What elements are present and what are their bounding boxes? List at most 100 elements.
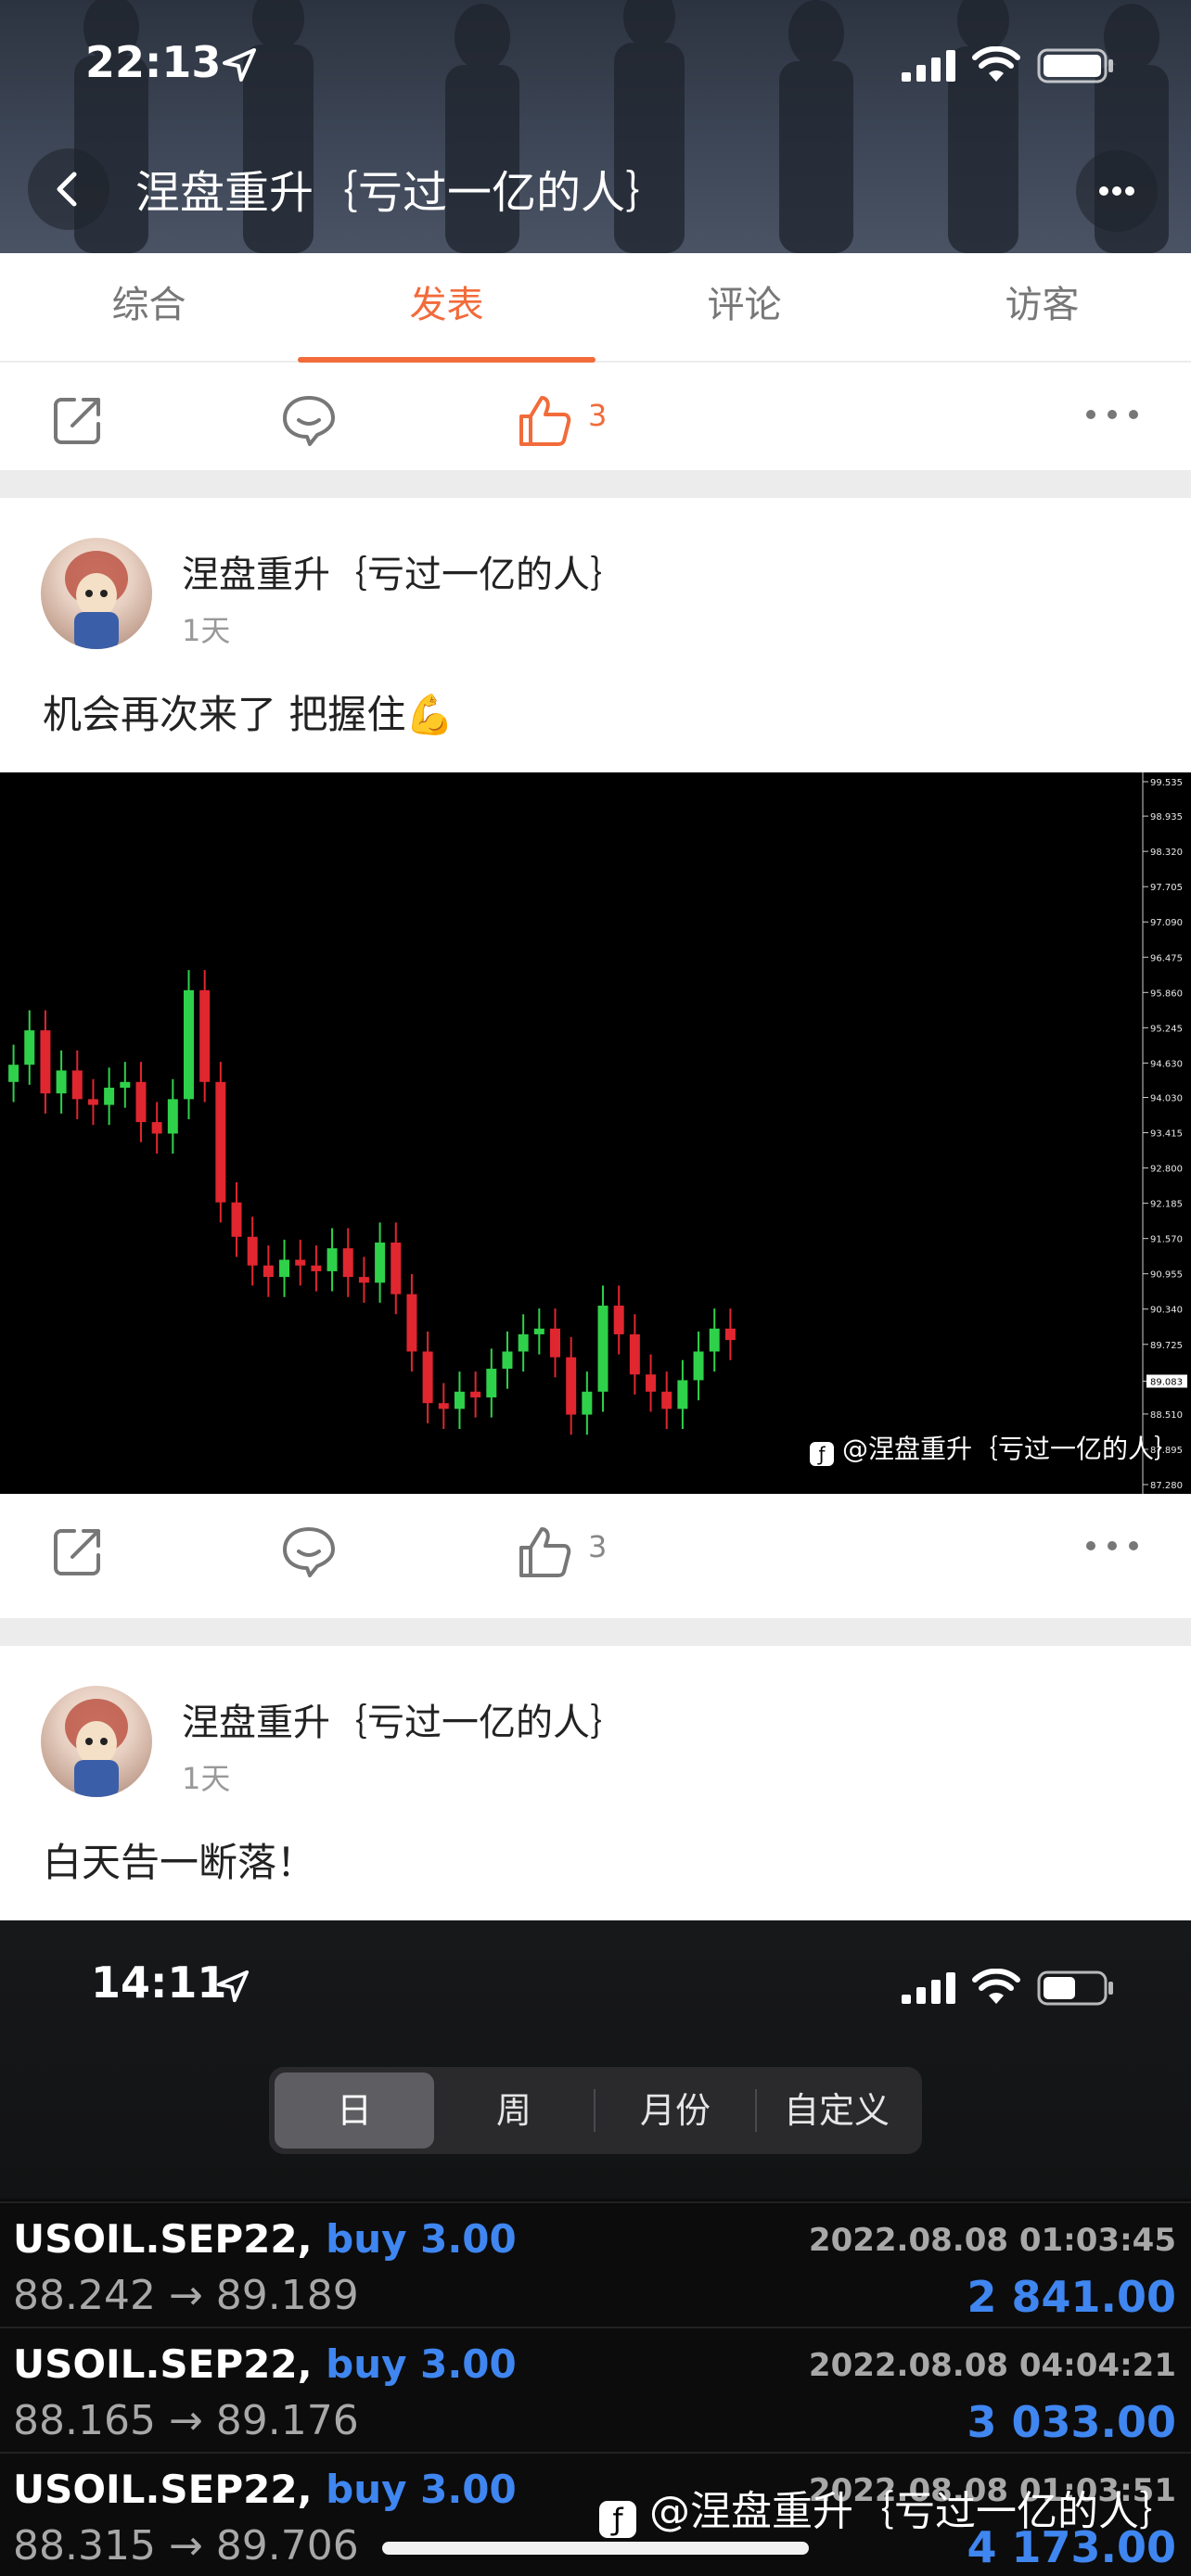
comment-icon[interactable] — [280, 392, 338, 448]
battery-icon — [1037, 48, 1113, 83]
segment-month[interactable]: 月份 — [596, 2072, 755, 2149]
home-indicator — [382, 2542, 809, 2555]
trade-row[interactable]: USOIL.SEP22, buy 3.00 2022.08.08 04:04:2… — [0, 2327, 1191, 2451]
cellular-signal-icon — [902, 1972, 955, 2004]
segment-day[interactable]: 日 — [275, 2072, 434, 2149]
price-tick-label: 98.935 — [1150, 812, 1183, 823]
price-tick-label: 92.185 — [1150, 1200, 1183, 1210]
candle-body — [438, 1403, 449, 1409]
location-arrow-icon — [216, 1970, 250, 2003]
candle-body — [87, 1099, 98, 1105]
candle-body — [550, 1328, 560, 1358]
trade-prices: 88.165 → 89.176 — [13, 2397, 359, 2444]
trade-symbol: USOIL.SEP22, buy 3.00 — [13, 2341, 517, 2387]
like-icon[interactable] — [516, 1524, 575, 1579]
candle-body — [231, 1202, 242, 1237]
candle-body — [327, 1248, 338, 1271]
candle-body — [422, 1351, 433, 1404]
candle-body — [135, 1081, 147, 1123]
post-author[interactable]: 涅盘重升｛亏过一亿的人｝ — [182, 544, 627, 598]
trade-symbol: USOIL.SEP22, buy 3.00 — [13, 2467, 517, 2512]
price-tick-label: 95.860 — [1150, 988, 1183, 999]
candlestick-chart: 99.535 98.935 98.320 97.705 97.090 96.475 95.8… — [8, 772, 1187, 1494]
more-dots-icon — [1099, 186, 1134, 196]
price-tick-label: 89.725 — [1150, 1341, 1183, 1351]
candle-body — [120, 1081, 131, 1088]
candle-body — [56, 1070, 67, 1094]
trade-row[interactable]: USOIL.SEP22, buy 3.00 2022.08.08 01:03:4… — [0, 2201, 1191, 2326]
candle-body — [533, 1328, 544, 1334]
more-options-button[interactable] — [1076, 150, 1158, 232]
candle-body — [167, 1099, 178, 1134]
price-tick-label: 99.535 — [1150, 778, 1183, 788]
candle-body — [71, 1070, 83, 1100]
share-icon[interactable] — [50, 1524, 106, 1579]
app-logo-icon: ƒ — [599, 2501, 636, 2538]
back-button[interactable] — [28, 148, 109, 230]
comment-icon[interactable] — [280, 1524, 338, 1579]
candle-body — [502, 1351, 513, 1370]
candle-body — [375, 1242, 386, 1283]
chart-watermark: ƒ @涅盘重升｛亏过一亿的人｝ — [810, 1429, 1180, 1466]
trade-prices: 88.242 → 89.189 — [13, 2272, 359, 2319]
like-icon[interactable] — [516, 392, 575, 448]
post-author[interactable]: 涅盘重升｛亏过一亿的人｝ — [182, 1692, 627, 1746]
candle-body — [582, 1391, 593, 1415]
avatar[interactable] — [41, 1686, 152, 1797]
location-arrow-icon — [223, 48, 256, 82]
post-separator — [0, 470, 1191, 498]
candle-body — [311, 1265, 322, 1271]
candle-body — [646, 1374, 657, 1392]
candle-body — [247, 1236, 258, 1266]
candle-body — [486, 1369, 497, 1397]
embedded-status-time: 14:11 — [91, 1958, 227, 2008]
wifi-icon — [972, 46, 1020, 82]
post-text: 机会再次来了 把握住💪 — [43, 692, 455, 737]
more-dots-icon[interactable] — [1083, 1537, 1141, 1555]
avatar[interactable] — [41, 538, 152, 649]
candle-body — [358, 1277, 369, 1283]
battery-icon — [1037, 1970, 1113, 2006]
candle-body — [629, 1333, 640, 1375]
tab-posts[interactable]: 发表 — [298, 253, 596, 363]
post-time: 1天 — [182, 613, 231, 648]
candle-body — [40, 1030, 51, 1094]
price-tick-label: 98.320 — [1150, 848, 1183, 858]
candle-body — [342, 1248, 353, 1278]
tab-overview[interactable]: 综合 — [0, 253, 298, 361]
post-action-bar: 3 — [0, 1494, 1191, 1601]
trade-history-image[interactable]: 14:11 日 周 月份 自定义 USOIL.SEP22, buy 3.00 2… — [0, 1920, 1191, 2576]
post-card[interactable]: 涅盘重升｛亏过一亿的人｝ 1天 机会再次来了 把握住💪 — [0, 498, 1191, 772]
segment-custom[interactable]: 自定义 — [757, 2072, 916, 2149]
cellular-signal-icon — [902, 50, 955, 82]
trade-profit: 3 033.00 — [967, 2397, 1176, 2447]
profile-tabs: 综合 发表 评论 访客 — [0, 253, 1191, 363]
price-tick-label: 88.510 — [1150, 1410, 1183, 1421]
page-title: 涅盘重升｛亏过一亿的人｝ — [135, 167, 671, 219]
price-chart-image[interactable]: 99.535 98.935 98.320 97.705 97.090 96.475 95.8… — [0, 772, 1191, 1494]
post-time: 1天 — [182, 1761, 231, 1796]
status-bar: 22:13 — [0, 37, 1191, 102]
candle-body — [406, 1294, 417, 1352]
share-icon[interactable] — [50, 392, 106, 448]
price-tick-label: 91.570 — [1150, 1235, 1183, 1245]
tab-visitors[interactable]: 访客 — [893, 253, 1191, 361]
price-tick-label: 96.475 — [1150, 953, 1183, 963]
wifi-icon — [972, 1969, 1020, 2004]
like-count: 3 — [588, 398, 608, 433]
candle-body — [677, 1380, 688, 1409]
tab-comments[interactable]: 评论 — [596, 253, 893, 361]
post-card[interactable]: 涅盘重升｛亏过一亿的人｝ 1天 白天告一断落！ — [0, 1646, 1191, 1920]
segment-week[interactable]: 周 — [434, 2072, 594, 2149]
price-tick-label: 97.090 — [1150, 918, 1183, 928]
trade-profit: 2 841.00 — [967, 2272, 1176, 2322]
price-tick-label: 87.280 — [1150, 1481, 1183, 1491]
price-tick-label: 90.340 — [1150, 1306, 1183, 1316]
more-dots-icon[interactable] — [1083, 405, 1141, 424]
candle-body — [661, 1391, 672, 1409]
candle-body — [693, 1351, 704, 1381]
trade-symbol: USOIL.SEP22, buy 3.00 — [13, 2216, 517, 2262]
candle-body — [724, 1328, 736, 1341]
candle-body — [566, 1357, 577, 1415]
like-count: 3 — [588, 1529, 608, 1564]
